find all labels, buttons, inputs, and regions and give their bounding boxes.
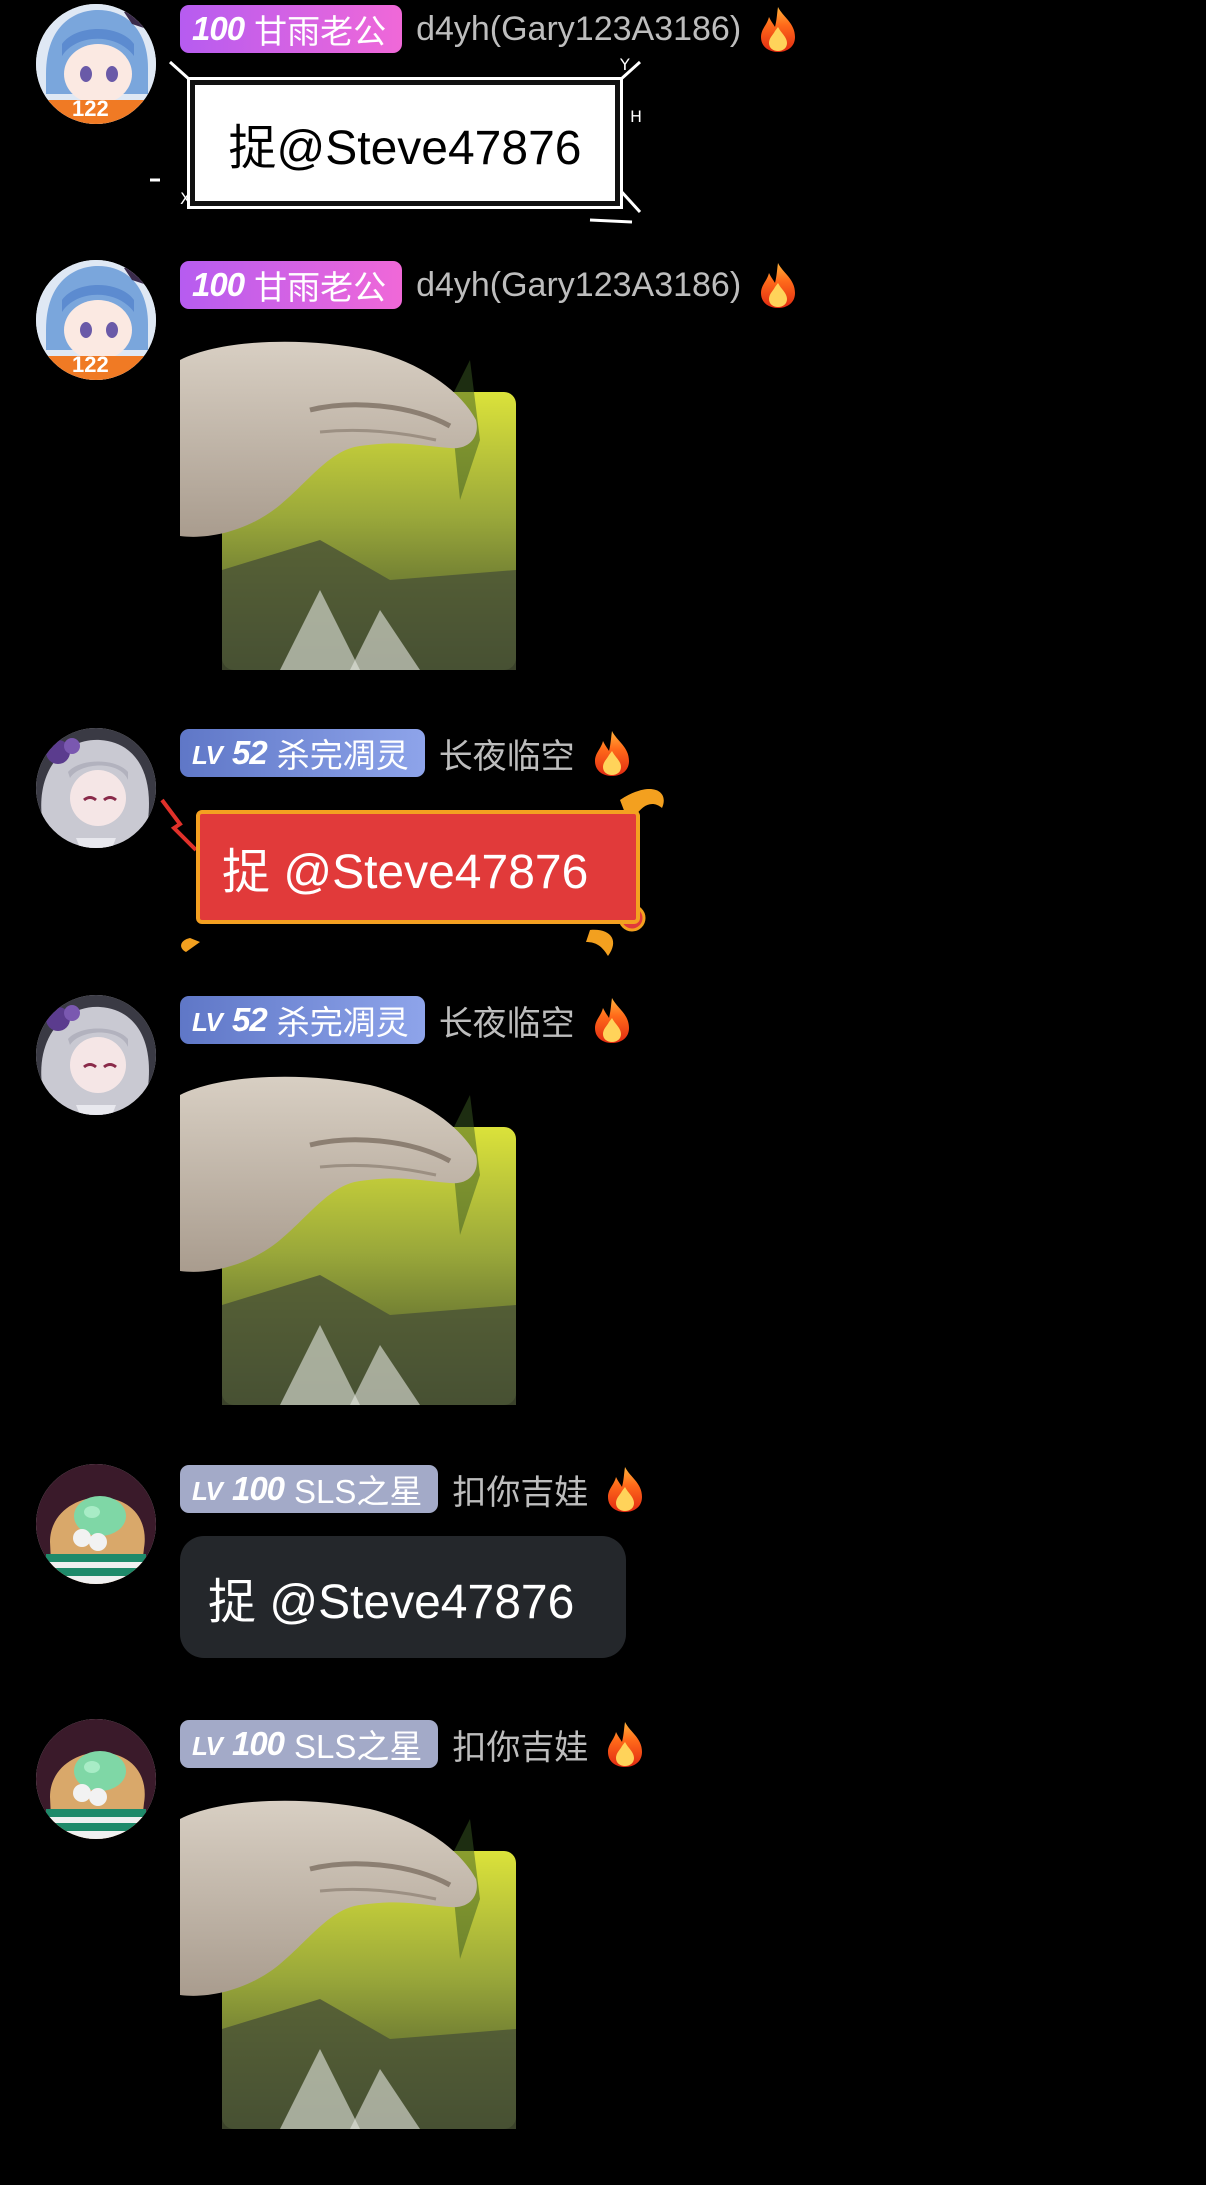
fire-icon	[757, 5, 799, 53]
level-badge[interactable]: LV 52 杀完凋灵	[180, 996, 425, 1044]
user-avatar[interactable]	[36, 1464, 156, 1584]
fan-title: 甘雨老公	[254, 269, 387, 306]
silver-hair-anime-avatar-icon	[36, 995, 156, 1115]
message-header: 100 甘雨老公 d4yh(Gary123A3186)	[180, 4, 799, 54]
message-text: 捉 @Steve47876	[208, 1576, 575, 1629]
chat-screen: { "messages": [ { "user": {"level": "100…	[0, 0, 1206, 2185]
message-text: 捉@Steve47876	[228, 122, 582, 175]
message-header: LV 100 SLS之星 扣你吉娃	[180, 1464, 646, 1514]
level-number: 52	[231, 1001, 268, 1038]
level-label: LV 100	[192, 1470, 285, 1508]
level-label: LV 52	[192, 734, 268, 772]
level-number: 100	[192, 266, 245, 303]
fire-icon	[604, 1720, 646, 1768]
username[interactable]: 扣你吉娃	[452, 1465, 588, 1514]
level-badge[interactable]: LV 52 杀完凋灵	[180, 729, 425, 777]
hand-pinch-forest-sticker-icon	[180, 1799, 516, 2129]
username[interactable]: 扣你吉娃	[452, 1720, 588, 1769]
message-text: 捉 @Steve47876	[222, 846, 589, 899]
username[interactable]: d4yh(Gary123A3186)	[416, 10, 741, 49]
message-header: LV 52 杀完凋灵 长夜临空	[180, 728, 633, 778]
message-text-bubble[interactable]: 捉 @Steve47876	[196, 810, 640, 924]
level-prefix: LV	[192, 1476, 223, 1506]
fan-title: 甘雨老公	[254, 13, 387, 50]
green-creature-avatar-icon	[36, 1464, 156, 1584]
fire-icon	[591, 996, 633, 1044]
user-avatar[interactable]: 122	[36, 260, 156, 380]
message-header: LV 100 SLS之星 扣你吉娃	[180, 1719, 646, 1769]
username[interactable]: 长夜临空	[439, 996, 575, 1045]
fan-title: SLS之星	[294, 1473, 423, 1510]
level-number: 100	[231, 1725, 285, 1762]
green-creature-avatar-icon	[36, 1719, 156, 1839]
message-text-bubble[interactable]: 捉@Steve47876	[190, 80, 620, 206]
level-prefix: LV	[192, 740, 223, 770]
level-badge[interactable]: LV 100 SLS之星	[180, 1720, 439, 1768]
sticker-message[interactable]	[180, 1075, 516, 1405]
user-avatar[interactable]: 122	[36, 4, 156, 124]
hand-pinch-forest-sticker-icon	[180, 1075, 516, 1405]
sticker-message[interactable]	[180, 340, 516, 670]
avatar-tag: 122	[72, 352, 109, 377]
user-avatar[interactable]	[36, 1719, 156, 1839]
message-text-bubble[interactable]: 捉 @Steve47876	[180, 1536, 626, 1658]
fan-title: 杀完凋灵	[276, 1004, 409, 1041]
hand-pinch-forest-sticker-icon	[180, 340, 516, 670]
level-badge[interactable]: 100 甘雨老公	[180, 261, 403, 309]
level-number: 52	[231, 734, 268, 771]
level-label: LV 52	[192, 1001, 268, 1039]
username[interactable]: d4yh(Gary123A3186)	[416, 266, 741, 305]
silver-hair-anime-avatar-icon	[36, 728, 156, 848]
level-label: LV 100	[192, 1725, 285, 1763]
level-prefix: LV	[192, 1731, 223, 1761]
message-header: LV 52 杀完凋灵 长夜临空	[180, 995, 633, 1045]
fan-title: SLS之星	[294, 1728, 423, 1765]
fan-title: 杀完凋灵	[276, 737, 409, 774]
user-avatar[interactable]	[36, 728, 156, 848]
fire-icon	[604, 1465, 646, 1513]
level-number: 100	[192, 10, 245, 47]
level-badge[interactable]: 100 甘雨老公	[180, 5, 403, 53]
svg-text:H: H	[630, 107, 642, 126]
level-prefix: LV	[192, 1007, 223, 1037]
avatar-tag: 122	[72, 96, 109, 121]
message-header: 100 甘雨老公 d4yh(Gary123A3186)	[180, 260, 799, 310]
level-badge[interactable]: LV 100 SLS之星	[180, 1465, 439, 1513]
fire-icon	[757, 261, 799, 309]
svg-text:Y: Y	[619, 55, 630, 74]
username[interactable]: 长夜临空	[439, 729, 575, 778]
level-number: 100	[231, 1470, 285, 1507]
sticker-message[interactable]	[180, 1799, 516, 2129]
user-avatar[interactable]	[36, 995, 156, 1115]
fire-icon	[591, 729, 633, 777]
